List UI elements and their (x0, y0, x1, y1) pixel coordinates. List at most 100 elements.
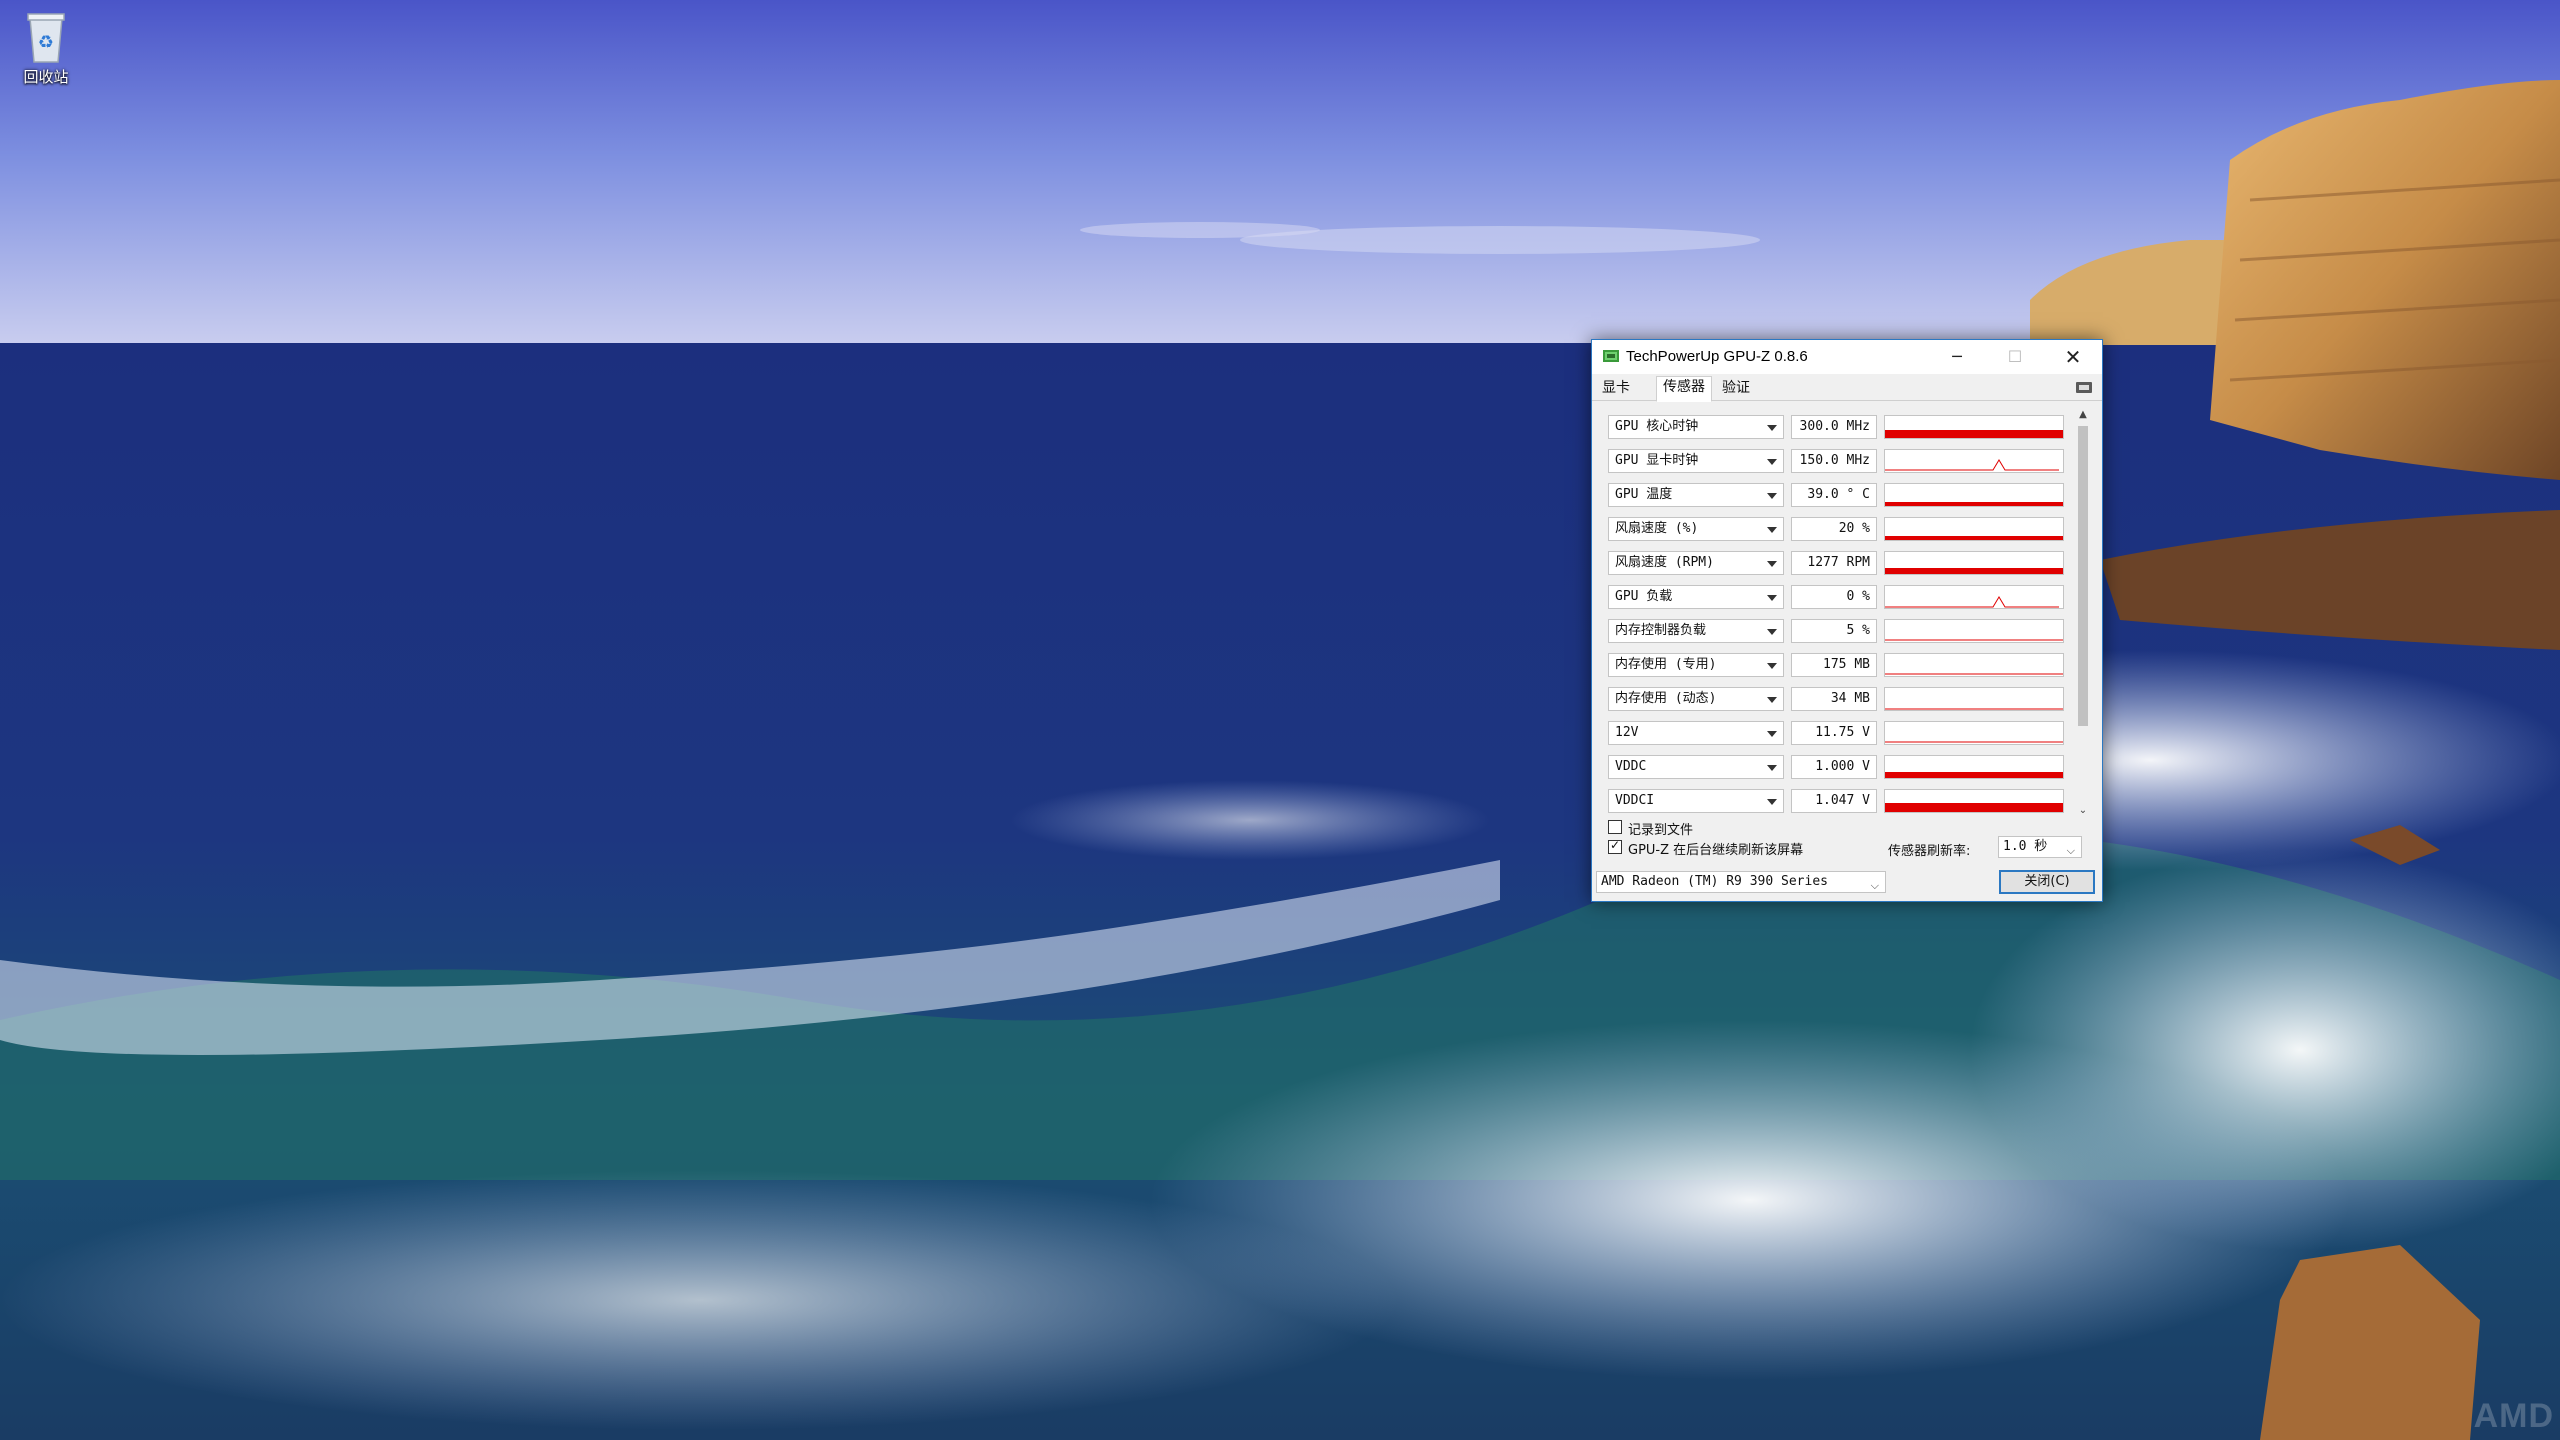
sensor-row: 内存使用 (动态) 34 MB (1608, 684, 2068, 714)
continue-refresh-label: GPU-Z 在后台继续刷新该屏幕 (1628, 843, 1804, 858)
sensor-name-select[interactable]: 内存控制器负载 (1608, 619, 1784, 643)
dropdown-arrow-icon (1767, 459, 1777, 465)
sensor-graph (1884, 653, 2064, 677)
graphics-card-value: AMD Radeon (TM) R9 390 Series (1601, 874, 1828, 889)
sensor-row: GPU 温度 39.0 ° C (1608, 480, 2068, 510)
screenshot-icon[interactable] (2076, 382, 2092, 393)
sensor-name-select[interactable]: 风扇速度 (%) (1608, 517, 1784, 541)
dropdown-arrow-icon (1767, 425, 1777, 431)
tab-graphics-card[interactable]: 显卡 (1596, 378, 1636, 400)
sensor-graph (1884, 721, 2064, 745)
sensor-value: 1.047 V (1791, 789, 1877, 813)
dropdown-arrow-icon (1767, 663, 1777, 669)
sensor-name: GPU 显卡时钟 (1615, 453, 1699, 468)
dropdown-arrow-icon (1767, 765, 1777, 771)
minimize-button[interactable]: ─ (1928, 340, 1986, 374)
sensor-value: 1.000 V (1791, 755, 1877, 779)
refresh-rate-select[interactable]: 1.0 秒 ⌵ (1998, 836, 2082, 858)
sensor-row: 风扇速度 (RPM) 1277 RPM (1608, 548, 2068, 578)
maximize-button[interactable]: ☐ (1986, 340, 2044, 374)
dropdown-arrow-icon (1767, 799, 1777, 805)
dropdown-arrow-icon (1767, 697, 1777, 703)
sensor-name: VDDCI (1615, 793, 1655, 808)
sensor-graph-line (1885, 596, 2059, 608)
sensor-graph (1884, 415, 2064, 439)
sensor-row: 风扇速度 (%) 20 % (1608, 514, 2068, 544)
sensor-name: GPU 核心时钟 (1615, 419, 1699, 434)
tab-validation[interactable]: 验证 (1716, 378, 1756, 400)
sensor-name: GPU 负载 (1615, 589, 1673, 604)
gpuz-window: TechPowerUp GPU-Z 0.8.6 ─ ☐ ✕ 显卡 传感器 验证 … (1591, 339, 2103, 902)
refresh-rate-value: 1.0 秒 (2003, 839, 2048, 854)
tab-sensors[interactable]: 传感器 (1656, 376, 1712, 402)
sensor-name-select[interactable]: 12V (1608, 721, 1784, 745)
sensor-graph-fill (1885, 536, 2063, 540)
sensor-name-select[interactable]: VDDC (1608, 755, 1784, 779)
sensor-name: VDDC (1615, 759, 1647, 774)
sensor-value: 5 % (1791, 619, 1877, 643)
sensor-row: 12V 11.75 V (1608, 718, 2068, 748)
sensor-name: 风扇速度 (RPM) (1615, 555, 1714, 570)
scroll-thumb[interactable] (2078, 426, 2088, 726)
sensor-graph (1884, 517, 2064, 541)
sensor-name-select[interactable]: 内存使用 (专用) (1608, 653, 1784, 677)
sensor-graph-fill (1885, 803, 2063, 812)
sensor-row: 内存使用 (专用) 175 MB (1608, 650, 2068, 680)
close-window-button[interactable]: ✕ (2044, 340, 2102, 374)
chevron-down-icon: ⌵ (2066, 844, 2075, 857)
sensor-value: 150.0 MHz (1791, 449, 1877, 473)
chevron-down-icon: ⌵ (1870, 879, 1879, 892)
log-to-file-checkbox[interactable] (1608, 820, 1622, 834)
sensor-value: 11.75 V (1791, 721, 1877, 745)
tab-bar: 显卡 传感器 验证 (1592, 374, 2102, 402)
sensor-graph (1884, 755, 2064, 779)
graphics-card-select[interactable]: AMD Radeon (TM) R9 390 Series ⌵ (1596, 871, 1886, 893)
sensor-row: GPU 显卡时钟 150.0 MHz (1608, 446, 2068, 476)
dropdown-arrow-icon (1767, 731, 1777, 737)
sensor-graph (1884, 687, 2064, 711)
sensor-name-select[interactable]: GPU 温度 (1608, 483, 1784, 507)
sensor-name: 风扇速度 (%) (1615, 521, 1699, 536)
dropdown-arrow-icon (1767, 527, 1777, 533)
sensor-name: GPU 温度 (1615, 487, 1673, 502)
title-bar[interactable]: TechPowerUp GPU-Z 0.8.6 ─ ☐ ✕ (1592, 340, 2102, 374)
sensor-name-select[interactable]: GPU 负载 (1608, 585, 1784, 609)
desktop-wallpaper (0, 0, 2560, 1440)
close-button[interactable]: 关闭(C) (1999, 870, 2095, 894)
continue-refresh-checkbox[interactable] (1608, 838, 1622, 854)
gpuz-app-icon (1603, 350, 1619, 362)
sensor-scrollbar[interactable]: ▲ ⌄ (2075, 408, 2091, 818)
dropdown-arrow-icon (1767, 595, 1777, 601)
svg-text:♻: ♻ (38, 32, 54, 53)
sensor-value: 0 % (1791, 585, 1877, 609)
sensor-row: VDDCI 1.047 V (1608, 786, 2068, 816)
sensor-row: GPU 负载 0 % (1608, 582, 2068, 612)
sensor-name: 内存使用 (动态) (1615, 691, 1717, 706)
recycle-bin-icon: ♻ (27, 13, 65, 63)
sensor-row: GPU 核心时钟 300.0 MHz (1608, 412, 2068, 442)
sensor-graph (1884, 619, 2064, 643)
scroll-down-icon[interactable]: ⌄ (2078, 806, 2088, 816)
sensor-value: 1277 RPM (1791, 551, 1877, 575)
sensor-name-select[interactable]: 风扇速度 (RPM) (1608, 551, 1784, 575)
sensor-name-select[interactable]: GPU 核心时钟 (1608, 415, 1784, 439)
sensor-graph-fill (1885, 430, 2063, 438)
scroll-up-icon[interactable]: ▲ (2078, 410, 2088, 420)
sensor-value: 20 % (1791, 517, 1877, 541)
sensor-graph (1884, 551, 2064, 575)
recycle-bin-shortcut[interactable]: ♻ 回收站 (10, 8, 82, 87)
sensor-name-select[interactable]: VDDCI (1608, 789, 1784, 813)
dropdown-arrow-icon (1767, 561, 1777, 567)
sensor-name-select[interactable]: 内存使用 (动态) (1608, 687, 1784, 711)
dropdown-arrow-icon (1767, 493, 1777, 499)
sensor-value: 175 MB (1791, 653, 1877, 677)
sensor-name-select[interactable]: GPU 显卡时钟 (1608, 449, 1784, 473)
sensor-graph-fill (1885, 568, 2063, 574)
dropdown-arrow-icon (1767, 629, 1777, 635)
sensor-graph (1884, 449, 2064, 473)
sensor-row: VDDC 1.000 V (1608, 752, 2068, 782)
sensor-graph (1884, 483, 2064, 507)
sensor-graph-line (1885, 459, 2059, 471)
refresh-rate-label: 传感器刷新率: (1888, 844, 1971, 859)
window-title: TechPowerUp GPU-Z 0.8.6 (1626, 348, 1808, 365)
